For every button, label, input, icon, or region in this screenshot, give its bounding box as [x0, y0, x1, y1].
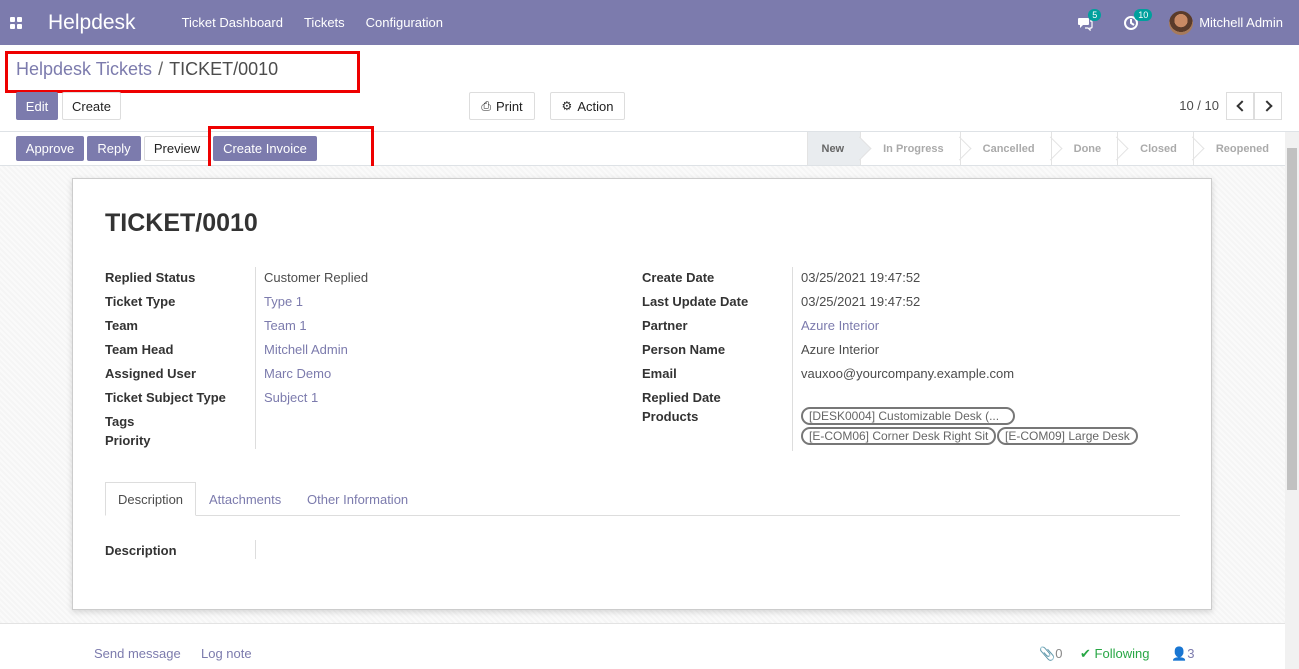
label-partner: Partner [642, 318, 688, 333]
followers-count: 3 [1187, 646, 1195, 661]
label-tags: Tags [105, 414, 135, 429]
send-message-button[interactable]: Send message [94, 646, 181, 661]
scrollbar-thumb[interactable] [1287, 148, 1297, 490]
chevron-left-icon [1235, 100, 1248, 112]
menu-ticket-dashboard[interactable]: Ticket Dashboard [182, 15, 283, 30]
value-ticket-type[interactable]: Type 1 [264, 294, 303, 309]
value-replied-status: Customer Replied [264, 270, 369, 285]
label-products: Products [642, 409, 699, 424]
main-menu: Ticket Dashboard Tickets Configuration [182, 15, 464, 30]
attachments-count: 0 [1055, 646, 1063, 661]
highlight-breadcrumb [5, 51, 360, 93]
print-icon: ⎙ [481, 98, 491, 113]
tab-description[interactable]: Description [105, 482, 197, 516]
stage-in-progress[interactable]: In Progress [860, 132, 960, 165]
messages-badge: 5 [1088, 8, 1102, 21]
label-last-update-date: Last Update Date [642, 294, 749, 309]
stage-reopened[interactable]: Reopened [1192, 132, 1299, 165]
label-ticket-type: Ticket Type [105, 294, 176, 309]
app-brand[interactable]: Helpdesk [48, 11, 136, 35]
action-label: Action [577, 98, 614, 114]
label-replied-date: Replied Date [642, 390, 721, 405]
scrollbar[interactable] [1285, 132, 1299, 669]
stage-new[interactable]: New [806, 132, 861, 165]
activities-icon[interactable]: 10 [1123, 8, 1153, 31]
top-navbar: Helpdesk Ticket Dashboard Tickets Config… [0, 0, 1299, 45]
label-email: Email [642, 366, 677, 381]
user-icon: 👤 [1171, 646, 1188, 661]
check-icon: ✔ [1080, 646, 1091, 661]
tab-other-information[interactable]: Other Information [295, 482, 420, 516]
ticket-title: TICKET/0010 [105, 209, 258, 237]
chevron-right-icon [1260, 100, 1273, 112]
value-assigned-user[interactable]: Marc Demo [264, 366, 331, 381]
value-team-head[interactable]: Mitchell Admin [264, 342, 348, 357]
product-tag[interactable]: [DESK0004] Customizable Desk (... [801, 407, 1015, 425]
product-tag[interactable]: [E-COM09] Large Desk [997, 427, 1138, 445]
user-avatar[interactable] [1169, 10, 1194, 35]
label-team-head: Team Head [105, 342, 174, 357]
apps-menu-icon[interactable] [0, 0, 32, 45]
label-create-date: Create Date [642, 270, 715, 285]
chatter: Send message Log note 📎0 ✔ Following 👤3 [0, 623, 1285, 669]
value-last-update-date: 03/25/2021 19:47:52 [801, 294, 921, 309]
right-group-divider [792, 267, 793, 451]
print-label: Print [495, 98, 523, 114]
paperclip-icon: 📎 [1039, 646, 1056, 661]
pager-previous-button[interactable] [1226, 92, 1254, 120]
attachments-counter[interactable]: 📎0 [1039, 646, 1062, 662]
left-group-divider [255, 267, 256, 449]
reply-button[interactable]: Reply [87, 136, 141, 161]
edit-button[interactable]: Edit [16, 92, 58, 120]
form-sheet: TICKET/0010 Replied Status Customer Repl… [72, 178, 1212, 610]
value-team[interactable]: Team 1 [264, 318, 307, 333]
label-replied-status: Replied Status [105, 270, 196, 285]
label-team: Team [105, 318, 138, 333]
following-label: Following [1094, 646, 1150, 661]
approve-button[interactable]: Approve [16, 136, 84, 161]
status-bar: Approve Reply Preview Create Invoice New… [0, 126, 1299, 172]
pager-value: 10 / 10 [1179, 98, 1219, 113]
value-ticket-subject-type[interactable]: Subject 1 [264, 390, 318, 405]
label-ticket-subject-type: Ticket Subject Type [105, 390, 226, 405]
description-divider [255, 540, 256, 559]
preview-button[interactable]: Preview [144, 136, 210, 161]
product-tag[interactable]: [E-COM06] Corner Desk Right Sit [801, 427, 997, 445]
stage-cancelled[interactable]: Cancelled [959, 132, 1051, 165]
activities-badge: 10 [1134, 8, 1153, 21]
label-person-name: Person Name [642, 342, 726, 357]
log-note-button[interactable]: Log note [201, 646, 252, 661]
value-person-name: Azure Interior [801, 342, 880, 357]
menu-tickets[interactable]: Tickets [304, 15, 345, 30]
create-button[interactable]: Create [62, 92, 121, 120]
pager-next-button[interactable] [1254, 92, 1282, 120]
action-button[interactable]: ⚙ Action [550, 92, 625, 120]
following-button[interactable]: ✔ Following [1080, 646, 1149, 662]
label-priority: Priority [105, 433, 151, 448]
value-email: vauxoo@yourcompany.example.com [801, 366, 1015, 381]
gear-icon: ⚙ [561, 99, 573, 113]
menu-configuration[interactable]: Configuration [366, 15, 443, 30]
stage-pipeline: New In Progress Cancelled Done Closed Re… [806, 132, 1299, 165]
label-description: Description [105, 543, 177, 558]
followers-button[interactable]: 👤3 [1171, 646, 1194, 662]
value-partner[interactable]: Azure Interior [801, 318, 879, 333]
notebook-tabs: Description Attachments Other Informatio… [105, 482, 1180, 516]
messages-icon[interactable]: 5 [1077, 8, 1102, 31]
user-name[interactable]: Mitchell Admin [1199, 15, 1283, 30]
label-assigned-user: Assigned User [105, 366, 197, 381]
value-create-date: 03/25/2021 19:47:52 [801, 270, 921, 285]
print-button[interactable]: ⎙ Print [469, 92, 535, 120]
control-panel: Helpdesk Tickets / TICKET/0010 Edit Create… [0, 45, 1299, 132]
tab-attachments[interactable]: Attachments [197, 482, 293, 516]
